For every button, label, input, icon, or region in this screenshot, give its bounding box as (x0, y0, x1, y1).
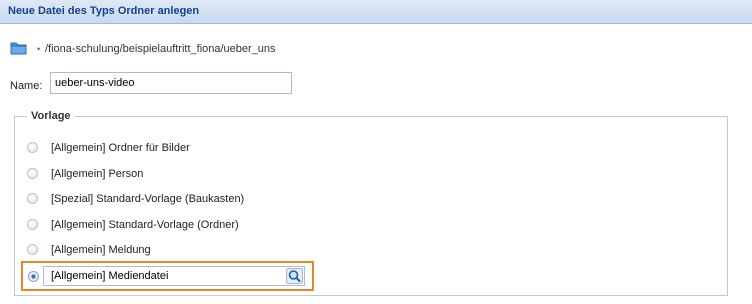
radio-button-checked[interactable] (28, 271, 39, 282)
new-file-dialog: Neue Datei des Typs Ordner anlegen • /fi… (0, 0, 752, 304)
radio-button[interactable] (27, 219, 38, 230)
vorlage-option-label: [Allgemein] Person (51, 168, 144, 180)
location-path: /fiona-schulung/beispielauftritt_fiona/u… (45, 43, 276, 55)
dialog-title: Neue Datei des Typs Ordner anlegen (8, 5, 200, 17)
folder-icon (10, 41, 28, 55)
vorlage-legend: Vorlage (31, 110, 71, 122)
vorlage-option-label: [Allgemein] Standard-Vorlage (Ordner) (51, 219, 239, 231)
name-input[interactable] (50, 72, 292, 94)
vorlage-select-field[interactable]: [Allgemein] Mediendatei (43, 266, 305, 286)
vorlage-option-label: [Spezial] Standard-Vorlage (Baukasten) (51, 193, 245, 205)
radio-button[interactable] (27, 142, 38, 153)
radio-button[interactable] (27, 193, 38, 204)
radio-button[interactable] (27, 244, 38, 255)
selected-vorlage-highlight: [Allgemein] Mediendatei (21, 261, 314, 291)
vorlage-option-label: [Allgemein] Ordner für Bilder (51, 142, 190, 154)
dialog-titlebar: Neue Datei des Typs Ordner anlegen (0, 0, 752, 24)
magnifier-icon[interactable] (286, 268, 303, 284)
path-bullet: • (37, 44, 41, 54)
vorlage-select-value: [Allgemein] Mediendatei (51, 270, 169, 282)
vorlage-option-label: [Allgemein] Meldung (51, 244, 151, 256)
name-label: Name: (10, 80, 43, 92)
radio-button[interactable] (27, 168, 38, 179)
vorlage-fieldset: Vorlage [Allgemein] Ordner für Bilder [A… (14, 110, 728, 296)
